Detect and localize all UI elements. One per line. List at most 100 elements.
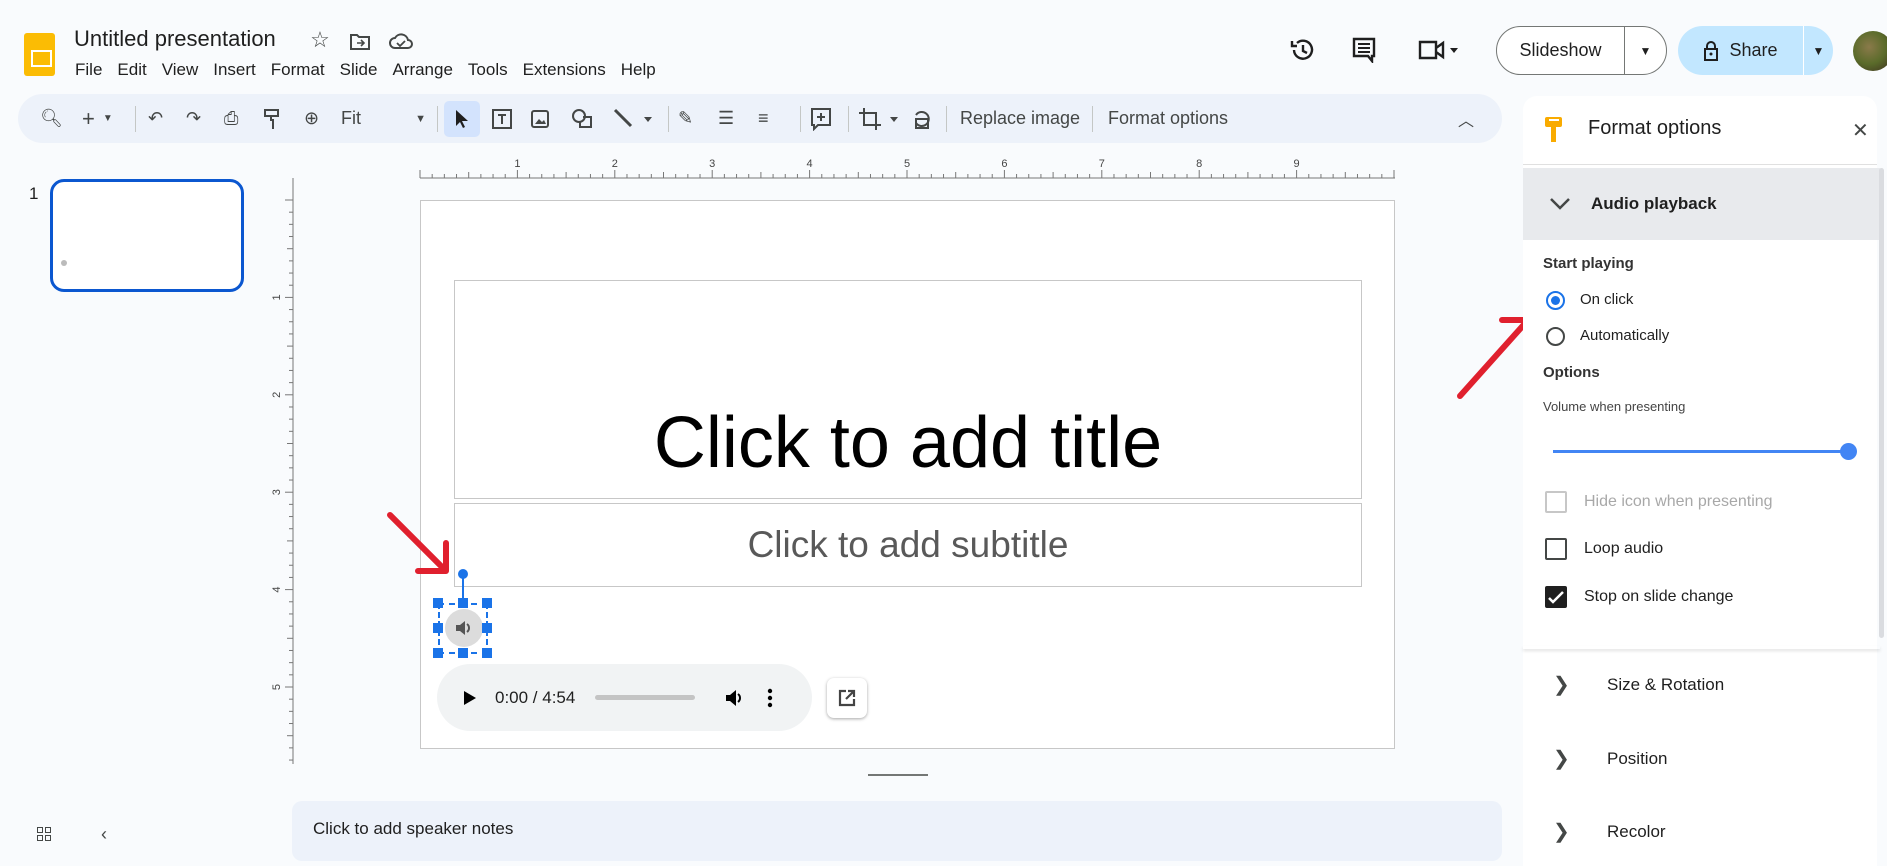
zoom-icon[interactable]: ⊕: [304, 94, 319, 143]
slideshow-dropdown-icon[interactable]: ▼: [1625, 44, 1666, 58]
slideshow-label[interactable]: Slideshow: [1497, 27, 1625, 74]
share-dropdown-icon[interactable]: ▼: [1804, 44, 1833, 58]
share-button[interactable]: Share ▼: [1678, 26, 1833, 75]
cloud-saved-icon[interactable]: [388, 30, 414, 52]
close-panel-icon[interactable]: ✕: [1852, 118, 1869, 143]
slides-logo[interactable]: [24, 33, 55, 76]
menu-help[interactable]: Help: [621, 60, 656, 80]
audio-time: 0:00 / 4:54: [495, 687, 576, 707]
volume-slider-thumb[interactable]: [1840, 443, 1857, 460]
checkbox-stop-on-slide-change[interactable]: [1545, 586, 1567, 608]
resize-handle[interactable]: [482, 648, 492, 658]
resize-handle[interactable]: [433, 598, 443, 608]
menu-view[interactable]: View: [162, 60, 199, 80]
paint-format-icon[interactable]: [264, 94, 280, 143]
collapse-filmstrip-icon[interactable]: ‹: [94, 822, 114, 846]
speaker-notes[interactable]: Click to add speaker notes: [292, 801, 1502, 861]
section-recolor[interactable]: ❯ Recolor: [1553, 819, 1666, 844]
menu-edit[interactable]: Edit: [117, 60, 146, 80]
horizontal-ruler[interactable]: 1 2 3 4 5 6 7 8 9: [292, 155, 1432, 179]
select-tool-icon[interactable]: [444, 101, 480, 137]
ruler-label: 9: [1294, 158, 1300, 170]
open-in-new-button[interactable]: [827, 678, 867, 718]
border-color-icon[interactable]: ✎: [678, 94, 693, 143]
replace-image-button[interactable]: Replace image: [960, 94, 1080, 143]
resize-handle[interactable]: [433, 623, 443, 633]
ruler-label: 3: [709, 158, 715, 170]
play-icon[interactable]: [463, 690, 477, 706]
document-title[interactable]: Untitled presentation: [74, 26, 276, 52]
grid-view-icon[interactable]: [32, 822, 56, 846]
border-dash-icon[interactable]: ≡: [758, 94, 769, 143]
on-click-label[interactable]: On click: [1580, 291, 1633, 308]
title-placeholder[interactable]: Click to add title: [454, 280, 1362, 499]
print-icon[interactable]: ⎙: [224, 94, 238, 143]
zoom-value: Fit: [341, 108, 361, 128]
star-icon[interactable]: ☆: [308, 27, 332, 52]
comments-icon[interactable]: [1349, 35, 1379, 65]
menu-extensions[interactable]: Extensions: [523, 60, 606, 80]
audio-progress-bar[interactable]: [595, 695, 696, 700]
ruler-label: 2: [612, 158, 618, 170]
menu-slide[interactable]: Slide: [340, 60, 378, 80]
ruler-label: 4: [271, 587, 283, 593]
insert-image-icon[interactable]: [530, 94, 550, 143]
menu-file[interactable]: File: [75, 60, 102, 80]
resize-handle[interactable]: [433, 648, 443, 658]
menu-format[interactable]: Format: [271, 60, 325, 80]
undo-icon[interactable]: ↶: [148, 94, 163, 143]
resize-handle[interactable]: [482, 598, 492, 608]
subtitle-placeholder[interactable]: Click to add subtitle: [454, 503, 1362, 587]
shape-icon[interactable]: [570, 94, 594, 143]
more-options-icon[interactable]: [767, 688, 773, 708]
vertical-ruler[interactable]: 1 2 3 4 5: [270, 178, 294, 768]
audio-playback-section-header[interactable]: Audio playback: [1523, 168, 1880, 240]
new-slide-icon[interactable]: + ▼: [82, 94, 113, 143]
ruler-label: 1: [271, 294, 283, 300]
loop-audio-label[interactable]: Loop audio: [1584, 540, 1663, 558]
redo-icon[interactable]: ↷: [186, 94, 201, 143]
line-icon[interactable]: [612, 94, 658, 143]
checkbox-hide-icon[interactable]: [1545, 491, 1567, 513]
volume-icon[interactable]: [725, 689, 745, 707]
menu-tools[interactable]: Tools: [468, 60, 508, 80]
resize-handle[interactable]: [482, 623, 492, 633]
checkbox-loop-audio[interactable]: [1545, 538, 1567, 560]
stop-on-slide-change-label[interactable]: Stop on slide change: [1584, 588, 1733, 606]
version-history-icon[interactable]: [1287, 35, 1317, 65]
section-position[interactable]: ❯ Position: [1553, 746, 1667, 771]
ruler-label: 4: [807, 158, 813, 170]
move-folder-icon[interactable]: [348, 30, 372, 52]
section-size-rotation[interactable]: ❯ Size & Rotation: [1553, 672, 1724, 697]
title-placeholder-text: Click to add title: [653, 403, 1163, 483]
zoom-select[interactable]: Fit ▼: [341, 94, 426, 143]
paint-roller-icon: [1544, 116, 1564, 149]
slide-thumbnail[interactable]: [50, 179, 244, 292]
ruler-label: 2: [271, 392, 283, 398]
user-avatar[interactable]: [1853, 31, 1887, 71]
border-weight-icon[interactable]: ☰: [718, 94, 734, 143]
text-box-icon[interactable]: [490, 94, 514, 143]
radio-automatically[interactable]: [1546, 327, 1565, 346]
add-comment-icon[interactable]: [810, 94, 832, 143]
volume-slider-track[interactable]: [1553, 450, 1848, 453]
automatically-label[interactable]: Automatically: [1580, 327, 1669, 344]
menu-insert[interactable]: Insert: [213, 60, 256, 80]
share-label: Share: [1729, 40, 1778, 60]
search-menus-icon[interactable]: 🔍︎: [40, 94, 63, 143]
radio-on-click[interactable]: [1546, 291, 1565, 310]
collapse-toolbar-icon[interactable]: ︿: [1458, 94, 1474, 143]
slideshow-button[interactable]: Slideshow ▼: [1496, 26, 1667, 75]
reset-image-icon[interactable]: [912, 94, 932, 143]
resize-handle[interactable]: [458, 648, 468, 658]
meet-camera-icon[interactable]: [1415, 35, 1465, 65]
menu-arrange[interactable]: Arrange: [392, 60, 452, 80]
format-options-button[interactable]: Format options: [1108, 94, 1228, 143]
panel-scrollbar[interactable]: [1879, 168, 1884, 638]
chevron-right-icon: ❯: [1553, 748, 1570, 770]
volume-label: Volume when presenting: [1543, 399, 1686, 414]
notes-resize-handle[interactable]: [868, 774, 928, 776]
crop-icon[interactable]: [858, 94, 902, 143]
audio-speaker-icon[interactable]: [445, 609, 483, 647]
resize-handle[interactable]: [458, 598, 468, 608]
